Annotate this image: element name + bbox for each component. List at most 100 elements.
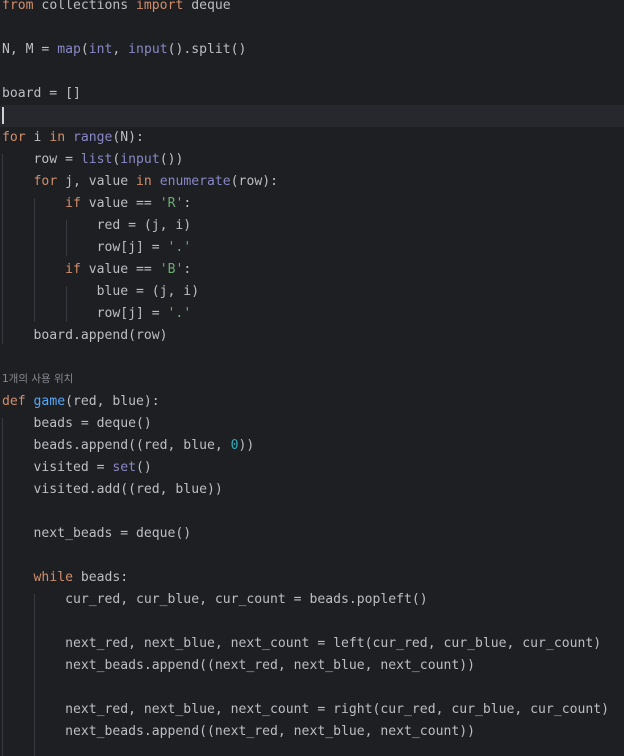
code-line[interactable]: row[j] = '.' <box>0 237 624 259</box>
code-token: input <box>128 42 168 57</box>
code-line[interactable]: row[j] = '.' <box>0 303 624 325</box>
code-token: next_red, next_blue, next_count = right(… <box>2 702 609 717</box>
code-token: deque <box>183 0 231 13</box>
code-line[interactable] <box>0 105 624 127</box>
code-token: enumerate <box>159 174 231 189</box>
code-token: for <box>33 174 58 189</box>
code-token: list <box>80 152 113 167</box>
code-token: (N): <box>112 130 144 145</box>
code-editor[interactable]: 1개의 사용 위치 from collections import deque N… <box>0 0 624 756</box>
code-line[interactable]: cur_red, cur_blue, cur_count = beads.pop… <box>0 589 624 611</box>
code-token: ().split() <box>167 42 247 57</box>
code-token: value == <box>80 262 160 277</box>
code-token: range <box>72 130 113 145</box>
code-token: board = [] <box>2 86 81 101</box>
code-token: red = (j, i) <box>2 218 192 233</box>
code-line[interactable]: board.append(row) <box>0 325 624 347</box>
text-caret <box>2 107 4 124</box>
code-line[interactable]: next_red, next_blue, next_count = right(… <box>0 699 624 721</box>
code-line[interactable] <box>0 545 624 567</box>
code-token: i <box>25 130 50 145</box>
code-line[interactable]: from collections import deque <box>0 0 624 17</box>
code-token: N, M = <box>2 42 58 57</box>
code-line[interactable]: board = [] <box>0 83 624 105</box>
code-line[interactable]: visited.add((red, blue)) <box>0 479 624 501</box>
code-token: j, value <box>57 174 137 189</box>
code-token: set <box>112 460 137 475</box>
code-token: from <box>2 0 34 13</box>
code-line[interactable] <box>0 369 624 391</box>
code-token: board.append(row) <box>2 328 168 343</box>
code-token: (row): <box>230 174 278 189</box>
code-token: row = <box>2 152 81 167</box>
code-line[interactable]: visited = set() <box>0 457 624 479</box>
code-token: def <box>2 394 26 409</box>
code-line[interactable]: for j, value in enumerate(row): <box>0 171 624 193</box>
code-token: visited = <box>2 460 113 475</box>
code-line[interactable]: beads.append((red, blue, 0)) <box>0 435 624 457</box>
code-token: '.' <box>167 306 192 321</box>
code-token: 'B' <box>159 262 184 277</box>
code-token: () <box>136 460 152 475</box>
code-token: next_beads.append((next_red, next_blue, … <box>2 658 475 673</box>
code-token: 0 <box>230 438 239 453</box>
code-token: int <box>88 42 113 57</box>
code-token: : <box>183 262 192 277</box>
code-line[interactable] <box>0 347 624 369</box>
code-line[interactable] <box>0 501 624 523</box>
code-line[interactable] <box>0 677 624 699</box>
code-token: if <box>65 262 81 277</box>
code-token: visited.add((red, blue)) <box>2 482 223 497</box>
code-line[interactable]: blue = (j, i) <box>0 281 624 303</box>
code-line[interactable]: def game(red, blue): <box>0 391 624 413</box>
code-line[interactable]: N, M = map(int, input().split() <box>0 39 624 61</box>
code-token: row[j] = <box>2 306 168 321</box>
code-line[interactable] <box>0 611 624 633</box>
code-token: while <box>33 570 73 585</box>
code-token: beads.append((red, blue, <box>2 438 231 453</box>
code-token: ()) <box>159 152 184 167</box>
code-token: next_red, next_blue, next_count = left(c… <box>2 636 602 651</box>
code-line[interactable]: next_beads.append((next_red, next_blue, … <box>0 655 624 677</box>
code-token: '.' <box>167 240 192 255</box>
code-token: (red, blue): <box>65 394 160 409</box>
code-line[interactable]: while beads: <box>0 567 624 589</box>
code-token: beads: <box>72 570 129 585</box>
code-token: , <box>112 42 129 57</box>
code-token: : <box>183 196 192 211</box>
code-line[interactable]: if value == 'B': <box>0 259 624 281</box>
code-line[interactable]: red = (j, i) <box>0 215 624 237</box>
code-token: in <box>49 130 66 145</box>
code-token: for <box>2 130 26 145</box>
code-line[interactable] <box>0 743 624 756</box>
code-token: cur_red, cur_blue, cur_count = beads.pop… <box>2 592 428 607</box>
code-token: in <box>136 174 152 189</box>
code-token: 'R' <box>159 196 184 211</box>
code-line[interactable]: if value == 'R': <box>0 193 624 215</box>
code-token: next_beads.append((next_red, next_blue, … <box>2 724 475 739</box>
code-token: input <box>120 152 160 167</box>
code-line[interactable]: next_beads.append((next_red, next_blue, … <box>0 721 624 743</box>
code-token: )) <box>238 438 255 453</box>
code-token: value == <box>80 196 160 211</box>
code-line[interactable]: for i in range(N): <box>0 127 624 149</box>
code-line[interactable]: beads = deque() <box>0 413 624 435</box>
code-line[interactable]: row = list(input()) <box>0 149 624 171</box>
code-token: collections <box>33 0 137 13</box>
code-line[interactable] <box>0 61 624 83</box>
code-line[interactable]: next_red, next_blue, next_count = left(c… <box>0 633 624 655</box>
code-line[interactable]: next_beads = deque() <box>0 523 624 545</box>
code-token: import <box>136 0 184 13</box>
code-line[interactable] <box>0 17 624 39</box>
code-token: map <box>57 42 81 57</box>
code-token: blue = (j, i) <box>2 284 200 299</box>
code-token: ( <box>80 42 89 57</box>
code-token: game <box>33 394 66 409</box>
